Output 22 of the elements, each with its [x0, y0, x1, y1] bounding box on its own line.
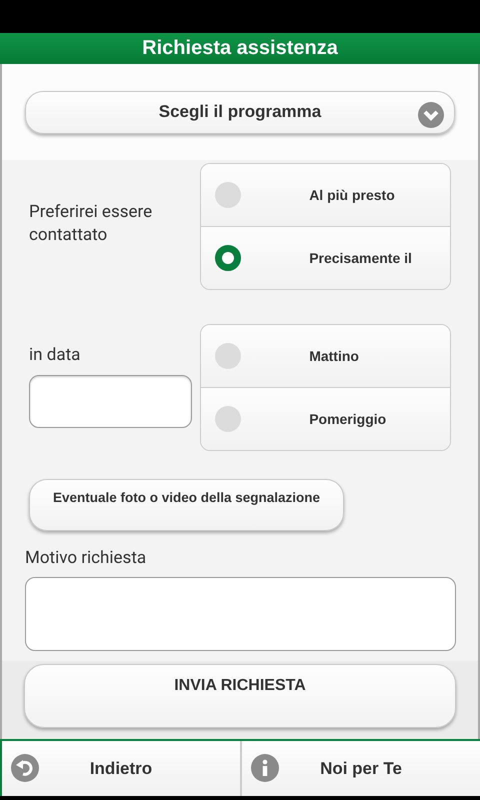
radio-option[interactable]: Precisamente il	[201, 226, 450, 289]
reason-label: Motivo richiesta	[25, 547, 148, 570]
submit-button[interactable]: INVIA RICHIESTA	[24, 664, 456, 728]
radio-button[interactable]	[215, 245, 242, 271]
radio-option[interactable]: Pomeriggio	[201, 387, 450, 450]
radio-button[interactable]	[215, 182, 242, 208]
reason-field[interactable]	[25, 577, 456, 651]
program-dropdown[interactable]: Scegli il programma	[25, 90, 455, 134]
contact-label: Preferirei essere contattato	[29, 201, 154, 247]
nav-button[interactable]: Noi per Te	[240, 741, 480, 796]
info-icon	[251, 754, 279, 782]
radio-option[interactable]: Al più presto	[201, 164, 450, 226]
page-title: Richiesta assistenza	[142, 37, 338, 60]
date-field[interactable]	[29, 375, 192, 428]
radio-button[interactable]	[215, 406, 242, 432]
radio-button[interactable]	[215, 343, 242, 369]
radio-option[interactable]: Mattino	[201, 325, 450, 387]
nav-button[interactable]: Indietro	[2, 741, 240, 796]
date-label: in data	[29, 344, 82, 367]
attachment-button[interactable]: Eventuale foto o video della segnalazione	[29, 479, 344, 531]
chevron-down-icon	[418, 102, 444, 128]
back-icon	[11, 754, 39, 782]
